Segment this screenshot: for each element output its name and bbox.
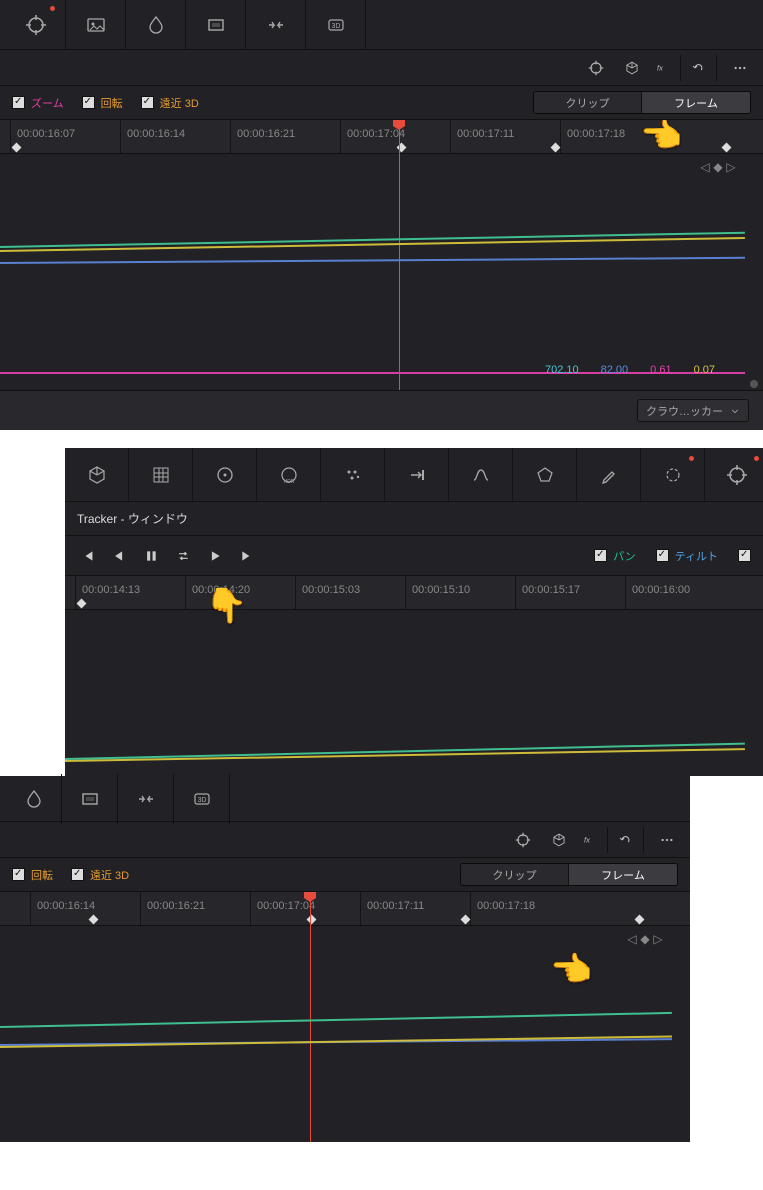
pan-checkbox[interactable]: パン bbox=[594, 548, 636, 564]
sub-toolbar bbox=[0, 822, 690, 858]
picker-icon[interactable] bbox=[577, 448, 641, 501]
node-icon[interactable] bbox=[65, 448, 129, 501]
ruler-tick: 00:00:15:17 bbox=[515, 576, 586, 609]
time-ruler[interactable]: 00:00:16:14 00:00:16:21 00:00:17:04 00:0… bbox=[0, 892, 690, 926]
rotate-checkbox[interactable]: 回転 bbox=[82, 95, 123, 111]
tracker-panel-2: Tracker - ウィンドウ パン ティルト 00:00:14:13 00:0… bbox=[65, 448, 763, 776]
ruler-tick: 00:00:15:10 bbox=[405, 576, 476, 609]
warper-icon[interactable] bbox=[513, 448, 577, 501]
keyframe-icon[interactable] bbox=[551, 143, 561, 153]
ruler-tick: 00:00:17:11 bbox=[360, 892, 430, 925]
pointer-hand-icon: 👈 bbox=[640, 120, 682, 156]
ruler-tick: 00:00:16:14 bbox=[120, 120, 191, 153]
tracker-mode-icon[interactable] bbox=[510, 827, 536, 853]
go-first-button[interactable] bbox=[77, 549, 97, 563]
more-icon[interactable] bbox=[654, 827, 680, 853]
curve-blue bbox=[0, 257, 745, 264]
grid-icon[interactable] bbox=[129, 448, 193, 501]
pointer-hand-icon: 👈 bbox=[550, 950, 592, 990]
seg-frame[interactable]: フレーム bbox=[569, 864, 677, 885]
track-options: 回転 遠近 3D クリップ フレーム bbox=[0, 858, 690, 892]
panel-title: Tracker - ウィンドウ bbox=[65, 502, 763, 536]
ruler-tick: 00:00:17:18 bbox=[560, 120, 631, 153]
scroll-indicator[interactable] bbox=[750, 380, 758, 388]
mixer-icon[interactable] bbox=[321, 448, 385, 501]
rectangle-tool[interactable] bbox=[62, 774, 118, 824]
keyframe-icon[interactable] bbox=[722, 143, 732, 153]
play-button[interactable] bbox=[205, 549, 225, 563]
seg-clip[interactable]: クリップ bbox=[461, 864, 569, 885]
ruler-tick: 00:00:16:00 bbox=[625, 576, 696, 609]
rotate-checkbox[interactable]: 回転 bbox=[12, 867, 53, 883]
tracker-panel-3: 回転 遠近 3D クリップ フレーム 00:00:16:14 00:00:16:… bbox=[0, 776, 690, 1142]
drop-tool[interactable] bbox=[126, 0, 186, 50]
chevron-down-icon bbox=[730, 406, 740, 416]
curve-graph bbox=[65, 610, 745, 776]
wheel-icon[interactable] bbox=[193, 448, 257, 501]
pause-button[interactable] bbox=[141, 549, 161, 563]
3d-tool[interactable] bbox=[306, 0, 366, 50]
tracker-timeline[interactable]: 00:00:16:07 00:00:16:14 00:00:16:21 00:0… bbox=[0, 120, 763, 390]
rectangle-tool[interactable] bbox=[186, 0, 246, 50]
zoom-checkbox[interactable]: ズーム bbox=[12, 95, 64, 111]
hdr-icon[interactable] bbox=[257, 448, 321, 501]
keyframe-icon[interactable] bbox=[461, 915, 471, 925]
top-toolbar bbox=[0, 776, 690, 822]
perspective-checkbox[interactable]: 遠近 3D bbox=[71, 867, 129, 883]
extra-checkbox[interactable] bbox=[738, 548, 751, 564]
undo-icon[interactable] bbox=[691, 55, 717, 81]
image-tool[interactable] bbox=[66, 0, 126, 50]
step-back-button[interactable] bbox=[109, 549, 129, 563]
seg-frame[interactable]: フレーム bbox=[642, 92, 750, 113]
curve-green bbox=[0, 1012, 672, 1028]
time-ruler[interactable]: 00:00:14:13 00:00:14:20 00:00:15:03 00:0… bbox=[65, 576, 763, 610]
fx-icon[interactable] bbox=[582, 827, 608, 853]
curve-graph: 702.10 82.00 0.61 0.07 bbox=[0, 154, 745, 390]
cube-icon[interactable] bbox=[546, 827, 572, 853]
ruler-tick: 00:00:16:21 bbox=[140, 892, 211, 925]
top-toolbar bbox=[0, 0, 763, 50]
ruler-tick: 00:00:15:03 bbox=[295, 576, 366, 609]
readout-yellow: 0.07 bbox=[694, 364, 715, 376]
tracker-panel-1: ズーム 回転 遠近 3D クリップ フレーム 00:00:16:07 00:00… bbox=[0, 0, 763, 430]
pointer-hand-icon: 👇 bbox=[205, 586, 247, 626]
fx-icon[interactable] bbox=[655, 55, 681, 81]
tracker-mode-icon[interactable] bbox=[583, 55, 609, 81]
cube-icon[interactable] bbox=[619, 55, 645, 81]
go-last-button[interactable] bbox=[237, 549, 257, 563]
seg-clip[interactable]: クリップ bbox=[534, 92, 642, 113]
palette-toolbar bbox=[65, 448, 763, 502]
tracker-icon[interactable] bbox=[641, 448, 705, 501]
readout-blue: 82.00 bbox=[601, 364, 629, 376]
playback-row: パン ティルト bbox=[65, 536, 763, 576]
target-tool[interactable] bbox=[6, 0, 66, 50]
undo-icon[interactable] bbox=[618, 827, 644, 853]
readout-magenta: 0.61 bbox=[650, 364, 671, 376]
loop-button[interactable] bbox=[173, 549, 193, 563]
clip-frame-segment[interactable]: クリップ フレーム bbox=[460, 863, 678, 886]
more-icon[interactable] bbox=[727, 55, 753, 81]
track-options: ズーム 回転 遠近 3D クリップ フレーム bbox=[0, 86, 763, 120]
tracker-type-select[interactable]: クラウ…ッカー bbox=[637, 399, 749, 422]
curves-icon[interactable] bbox=[449, 448, 513, 501]
flip-tool[interactable] bbox=[118, 774, 174, 824]
drop-tool[interactable] bbox=[6, 774, 62, 824]
curve-yellow bbox=[0, 1035, 672, 1048]
stabilize-icon[interactable] bbox=[705, 448, 763, 501]
tilt-checkbox[interactable]: ティルト bbox=[656, 548, 718, 564]
ruler-tick: 00:00:17:18 bbox=[470, 892, 541, 925]
motion-icon[interactable] bbox=[385, 448, 449, 501]
3d-tool[interactable] bbox=[174, 774, 230, 824]
keyframe-icon[interactable] bbox=[635, 915, 645, 925]
clip-frame-segment[interactable]: クリップ フレーム bbox=[533, 91, 751, 114]
sub-toolbar bbox=[0, 50, 763, 86]
perspective-checkbox[interactable]: 遠近 3D bbox=[141, 95, 199, 111]
ruler-tick: 00:00:17:11 bbox=[450, 120, 520, 153]
flip-tool[interactable] bbox=[246, 0, 306, 50]
ruler-tick: 00:00:16:21 bbox=[230, 120, 301, 153]
tracker-timeline-3[interactable]: 00:00:16:14 00:00:16:21 00:00:17:04 00:0… bbox=[0, 892, 690, 1142]
bottom-bar: クラウ…ッカー bbox=[0, 390, 763, 430]
tracker-timeline-2[interactable]: 00:00:14:13 00:00:14:20 00:00:15:03 00:0… bbox=[65, 576, 763, 776]
readout-cyan: 702.10 bbox=[545, 364, 579, 376]
